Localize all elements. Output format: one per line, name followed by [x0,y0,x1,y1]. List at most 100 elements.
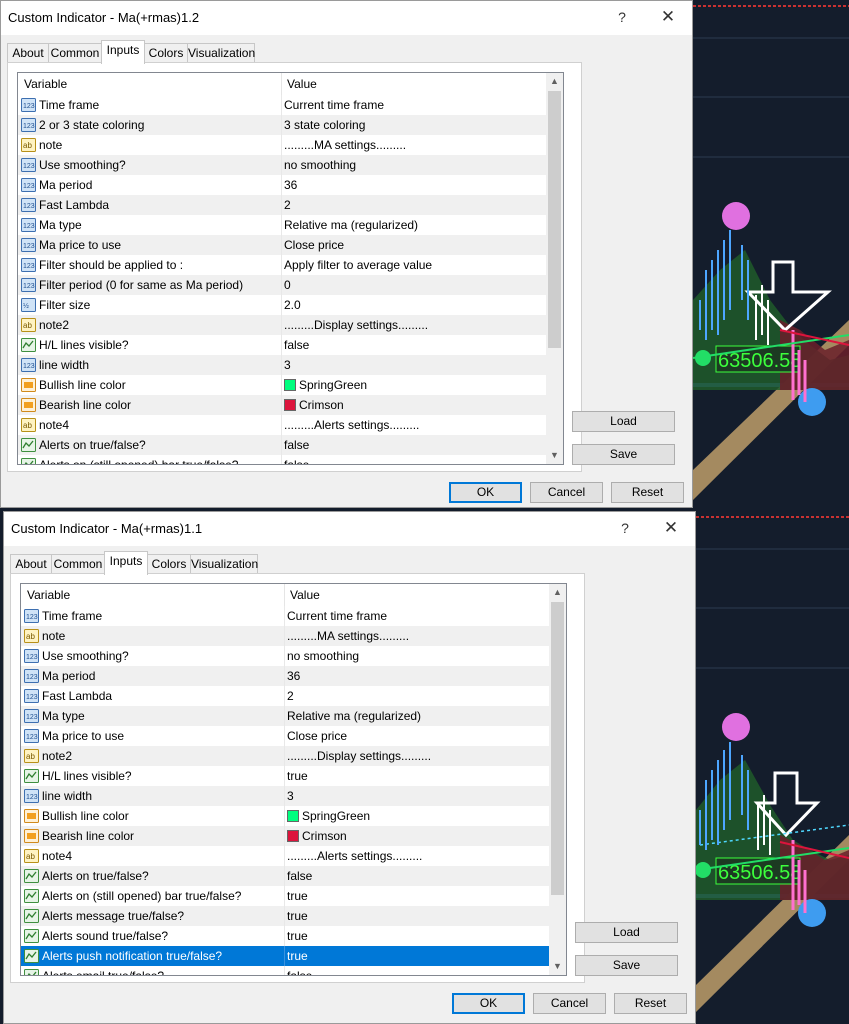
tab-visualization[interactable]: Visualization [187,43,255,63]
close-button[interactable]: ✕ [663,518,679,538]
variable-value[interactable]: .........MA settings......... [287,629,409,643]
variable-value[interactable]: false [287,869,312,883]
column-header-value[interactable]: Value [287,77,317,91]
tab-about[interactable]: About [10,554,52,574]
variable-value[interactable]: .........Display settings......... [287,749,431,763]
title-bar[interactable]: Custom Indicator - Ma(+rmas)1.1 ? ✕ [4,512,695,546]
help-button[interactable]: ? [614,9,630,25]
load-button[interactable]: Load [575,922,678,943]
variable-value[interactable]: 2.0 [284,298,301,312]
variable-value[interactable]: SpringGreen [287,809,370,823]
table-row[interactable]: Alerts message true/false? true [21,906,549,926]
variable-value[interactable]: Current time frame [287,609,387,623]
variable-value[interactable]: true [287,949,308,963]
table-row[interactable]: 123 Ma period 36 [21,666,549,686]
inputs-grid[interactable]: Variable Value 123 Time frame Current time… [17,72,564,465]
scroll-up-arrow-icon[interactable]: ▲ [549,584,566,601]
reset-button[interactable]: Reset [614,993,687,1014]
table-row[interactable]: 123 Filter should be applied to : Apply fi… [18,255,546,275]
variable-value[interactable]: Crimson [287,829,347,843]
close-button[interactable]: ✕ [660,7,676,27]
tab-inputs[interactable]: Inputs [101,40,145,64]
variable-value[interactable]: 3 [284,358,291,372]
variable-value[interactable]: 36 [284,178,297,192]
variable-value[interactable]: 36 [287,669,300,683]
help-button[interactable]: ? [617,520,633,536]
scroll-up-arrow-icon[interactable]: ▲ [546,73,563,90]
table-row[interactable]: 123 Use smoothing? no smoothing [18,155,546,175]
variable-value[interactable]: 2 [287,689,294,703]
variable-value[interactable]: .........Alerts settings......... [287,849,422,863]
variable-value[interactable]: Relative ma (regularized) [287,709,421,723]
variable-value[interactable]: 3 [287,789,294,803]
variable-value[interactable]: .........Alerts settings......... [284,418,419,432]
variable-value[interactable]: Crimson [284,398,344,412]
column-header-value[interactable]: Value [290,588,320,602]
tab-colors[interactable]: Colors [147,554,191,574]
table-row[interactable]: 123 2 or 3 state coloring 3 state coloring [18,115,546,135]
table-row[interactable]: Bullish line color SpringGreen [18,375,546,395]
ok-button[interactable]: OK [449,482,522,503]
variable-value[interactable]: 0 [284,278,291,292]
ok-button[interactable]: OK [452,993,525,1014]
table-row[interactable]: 123 Ma period 36 [18,175,546,195]
table-row[interactable]: Bullish line color SpringGreen [21,806,549,826]
column-header-variable[interactable]: Variable [24,77,67,91]
scrollbar-thumb[interactable] [548,91,561,348]
table-row[interactable]: ½ Filter size 2.0 [18,295,546,315]
vertical-scrollbar[interactable]: ▲ ▼ [546,73,563,464]
table-row[interactable]: Alerts push notification true/false? true [21,946,549,966]
cancel-button[interactable]: Cancel [530,482,603,503]
variable-value[interactable]: 2 [284,198,291,212]
table-row[interactable]: ab note .........MA settings......... [21,626,549,646]
save-button[interactable]: Save [572,444,675,465]
table-row[interactable]: ab note2 .........Display settings........… [21,746,549,766]
table-row[interactable]: ab note4 .........Alerts settings......... [18,415,546,435]
table-row[interactable]: 123 Ma price to use Close price [21,726,549,746]
table-row[interactable]: Alerts sound true/false? true [21,926,549,946]
title-bar[interactable]: Custom Indicator - Ma(+rmas)1.2 ? ✕ [1,1,692,35]
column-header-variable[interactable]: Variable [27,588,70,602]
variable-value[interactable]: no smoothing [287,649,359,663]
variable-value[interactable]: Relative ma (regularized) [284,218,418,232]
variable-value[interactable]: false [284,458,309,464]
variable-value[interactable]: true [287,929,308,943]
variable-value[interactable]: Apply filter to average value [284,258,432,272]
table-row[interactable]: Alerts on true/false? false [21,866,549,886]
variable-value[interactable]: Close price [284,238,344,252]
variable-value[interactable]: SpringGreen [284,378,367,392]
table-row[interactable]: 123 Fast Lambda 2 [18,195,546,215]
tab-about[interactable]: About [7,43,49,63]
table-row[interactable]: Alerts on true/false? false [18,435,546,455]
save-button[interactable]: Save [575,955,678,976]
vertical-scrollbar[interactable]: ▲ ▼ [549,584,566,975]
tab-common[interactable]: Common [48,43,102,63]
table-row[interactable]: Alerts on (still opened) bar true/false?… [21,886,549,906]
table-row[interactable]: 123 Ma type Relative ma (regularized) [18,215,546,235]
variable-value[interactable]: true [287,769,308,783]
tab-inputs[interactable]: Inputs [104,551,148,575]
cancel-button[interactable]: Cancel [533,993,606,1014]
variable-value[interactable]: false [284,338,309,352]
table-row[interactable]: 123 line width 3 [21,786,549,806]
scroll-down-arrow-icon[interactable]: ▼ [546,447,563,464]
table-row[interactable]: ab note4 .........Alerts settings......... [21,846,549,866]
table-row[interactable]: Alerts on (still opened) bar true/false?… [18,455,546,464]
variable-value[interactable]: false [287,969,312,975]
variable-value[interactable]: no smoothing [284,158,356,172]
variable-value[interactable]: 3 state coloring [284,118,365,132]
variable-value[interactable]: true [287,909,308,923]
table-row[interactable]: 123 Time frame Current time frame [18,95,546,115]
table-row[interactable]: Bearish line color Crimson [21,826,549,846]
reset-button[interactable]: Reset [611,482,684,503]
table-row[interactable]: H/L lines visible? true [21,766,549,786]
table-row[interactable]: 123 Time frame Current time frame [21,606,549,626]
table-row[interactable]: H/L lines visible? false [18,335,546,355]
variable-value[interactable]: Current time frame [284,98,384,112]
load-button[interactable]: Load [572,411,675,432]
variable-value[interactable]: .........Display settings......... [284,318,428,332]
variable-value[interactable]: true [287,889,308,903]
table-row[interactable]: 123 Ma price to use Close price [18,235,546,255]
variable-value[interactable]: false [284,438,309,452]
scroll-down-arrow-icon[interactable]: ▼ [549,958,566,975]
